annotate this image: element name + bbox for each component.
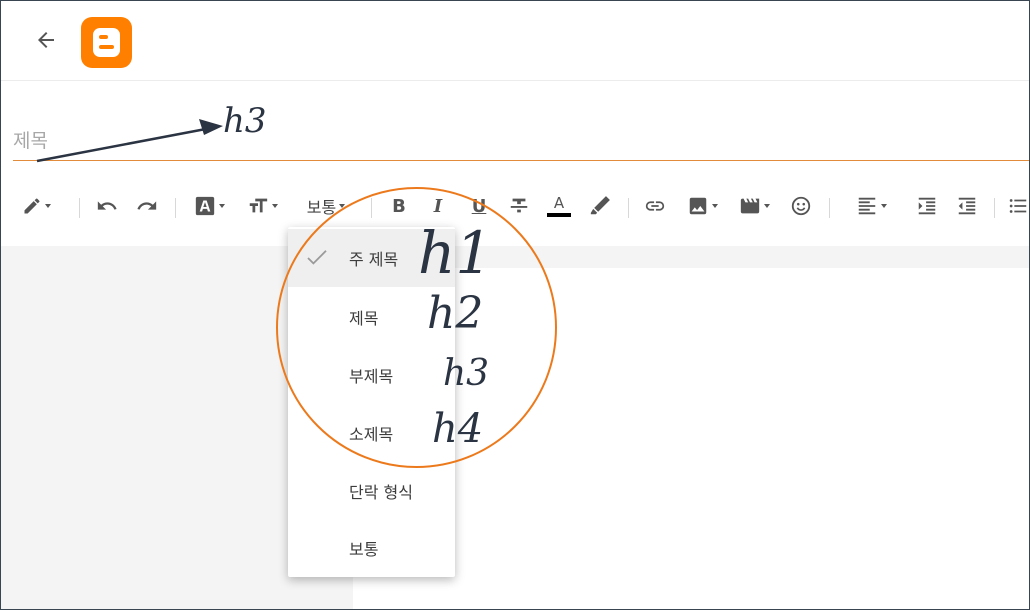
annotation-h3: h3 bbox=[443, 353, 490, 394]
annotation-arrow bbox=[36, 119, 223, 163]
annotation-h1: h1 bbox=[418, 219, 493, 287]
app-frame: 보통 B I U A bbox=[0, 0, 1030, 610]
annotation-h2: h2 bbox=[427, 288, 484, 339]
annotation-arrow-label: h3 bbox=[223, 101, 267, 141]
annotation-h4: h4 bbox=[432, 406, 484, 452]
